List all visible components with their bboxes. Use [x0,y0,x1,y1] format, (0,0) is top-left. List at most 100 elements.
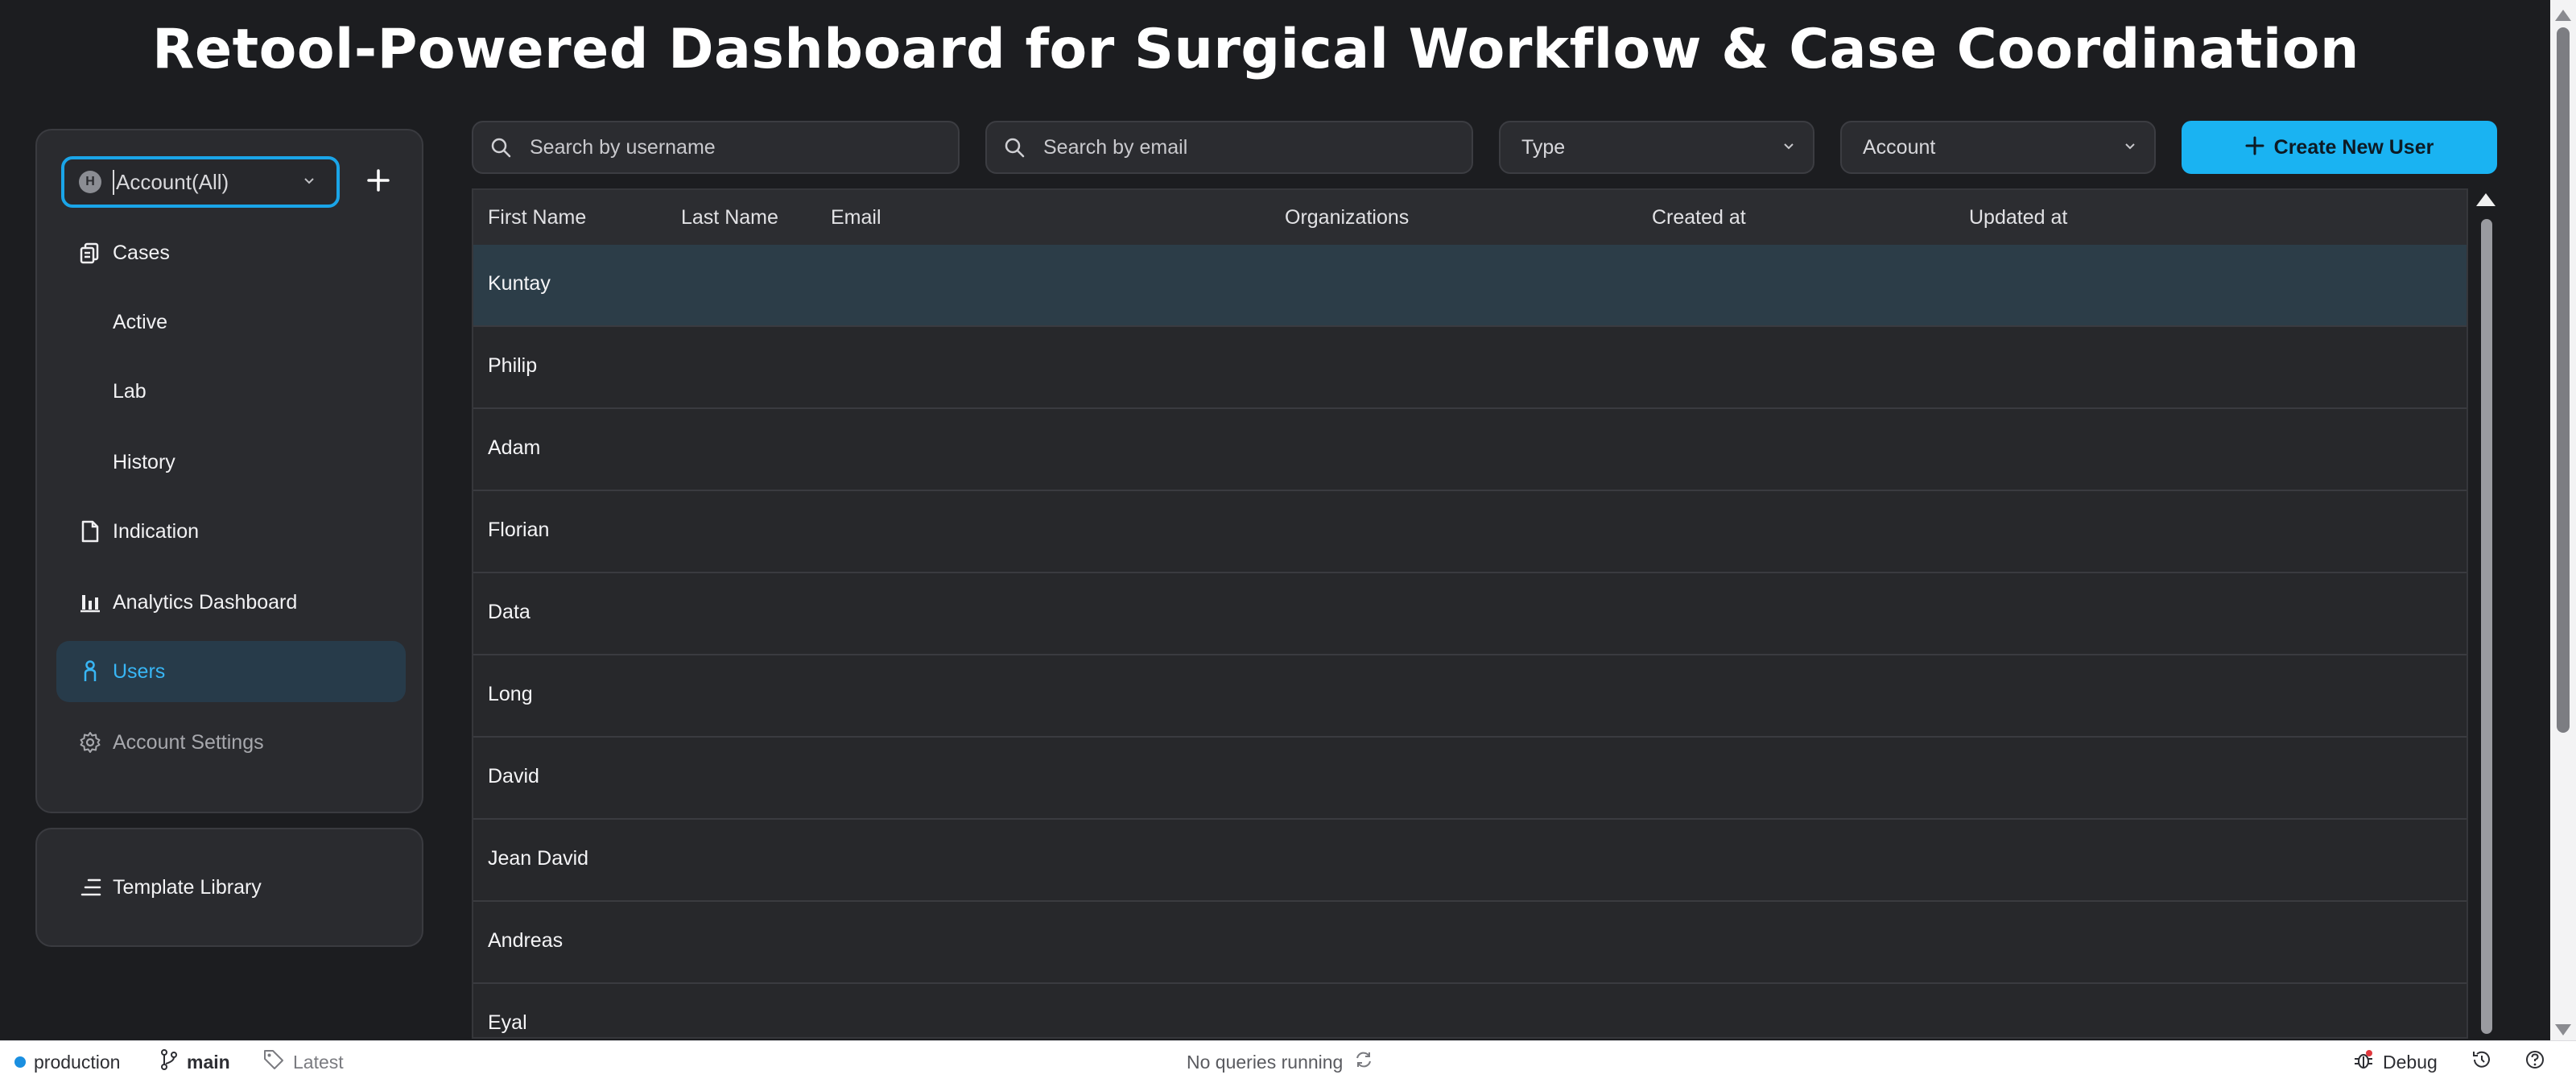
plus-icon [366,168,390,196]
column-header-first-name[interactable]: First Name [488,206,586,229]
cell-first-name: Andreas [488,929,564,952]
chevron-down-icon [2124,139,2136,156]
cell-first-name: Jean David [488,847,589,870]
cell-first-name: Adam [488,436,541,459]
sidebar-item-label: Analytics Dashboard [113,590,298,614]
search-username-box[interactable] [472,121,960,174]
table-row[interactable]: Andreas [473,902,2467,984]
cell-first-name: Long [488,683,533,705]
document-icon [77,519,103,544]
sidebar-item-label: Indication [113,519,200,543]
table-row[interactable]: Data [473,573,2467,655]
page-title: Retool-Powered Dashboard for Surgical Wo… [152,18,2359,81]
scroll-up-icon[interactable] [2555,10,2571,21]
page-scrollbar[interactable] [2550,0,2576,1040]
git-branch-icon [159,1048,179,1076]
sidebar-item-active[interactable]: Active [56,291,406,353]
sidebar-item-indication[interactable]: Indication [56,501,406,562]
search-icon [1003,136,1029,159]
sidebar-item-label: Template Library [113,875,262,899]
table-header: First Name Last Name Email Organizations… [473,190,2467,246]
sidebar-nav: H Account(All) Cases Active Lab History … [35,129,423,813]
account-select[interactable]: H Account(All) [61,156,340,208]
query-status-label: No queries running [1187,1051,1344,1073]
search-username-input[interactable] [528,134,919,160]
cell-first-name: Philip [488,354,538,377]
column-header-email[interactable]: Email [831,206,881,229]
plus-icon [2245,136,2264,159]
cell-first-name: David [488,765,539,787]
version-indicator[interactable]: Latest [262,1041,344,1083]
help-button[interactable] [2524,1041,2545,1083]
chevron-down-icon [303,173,325,192]
table-row[interactable]: David [473,738,2467,820]
table-row[interactable]: Philip [473,327,2467,409]
search-email-input[interactable] [1042,134,1433,160]
table-row[interactable]: Kuntay [473,245,2467,327]
help-icon [2524,1049,2545,1075]
sidebar-item-label: Users [113,659,166,683]
account-badge: H [79,171,101,193]
account-filter-label: Account [1863,135,1936,159]
account-filter-select[interactable]: Account [1840,121,2156,174]
cell-first-name: Florian [488,519,550,541]
cell-first-name: Data [488,601,530,623]
sidebar-item-template-library[interactable]: Template Library [56,857,406,918]
sidebar-item-cases[interactable]: Cases [56,222,406,283]
bar-chart-icon [77,592,103,613]
sidebar-item-history[interactable]: History [56,432,406,493]
environment-indicator[interactable]: production [14,1041,120,1083]
column-header-created-at[interactable]: Created at [1652,206,1746,229]
query-status: No queries running [1179,1041,1373,1083]
gear-icon [77,731,103,754]
sidebar-item-analytics[interactable]: Analytics Dashboard [56,572,406,633]
table-scrollbar[interactable] [2476,190,2496,1037]
page-scroll-thumb[interactable] [2557,27,2570,733]
cases-icon [77,242,103,264]
sidebar-item-account-settings[interactable]: Account Settings [56,712,406,773]
column-header-organizations[interactable]: Organizations [1285,206,1409,229]
sidebar-item-label: History [113,450,175,473]
chevron-down-icon [1782,139,1795,156]
table-row[interactable]: Jean David [473,820,2467,902]
scroll-up-icon[interactable] [2476,193,2496,206]
list-icon [77,878,103,897]
history-button[interactable] [2471,1041,2492,1083]
table-row[interactable]: Long [473,655,2467,738]
sidebar-item-label: Cases [113,241,170,264]
create-new-user-label: Create New User [2273,135,2434,159]
refresh-icon[interactable] [1354,1050,1373,1074]
table-row[interactable]: Adam [473,409,2467,491]
scroll-down-icon[interactable] [2555,1024,2571,1035]
cell-first-name: Eyal [488,1011,527,1034]
column-header-last-name[interactable]: Last Name [681,206,778,229]
users-table: First Name Last Name Email Organizations… [472,188,2468,1039]
create-new-user-button[interactable]: Create New User [2182,121,2497,174]
add-account-button[interactable] [359,163,398,201]
template-library-card: Template Library [35,828,423,947]
status-bar: production main Latest No queries runnin… [0,1040,2576,1083]
environment-label: production [34,1051,121,1073]
sidebar-item-label: Lab [113,379,147,403]
column-header-updated-at[interactable]: Updated at [1969,206,2067,229]
branch-indicator[interactable]: main [159,1041,230,1083]
branch-label: main [187,1051,230,1073]
table-scroll-thumb[interactable] [2481,219,2492,1034]
account-select-value: Account(All) [113,169,303,195]
sidebar-item-users[interactable]: Users [56,641,406,702]
user-icon [77,659,103,684]
search-icon [489,136,515,159]
bug-icon [2352,1048,2375,1076]
sidebar-item-label: Active [113,310,168,333]
history-icon [2471,1049,2492,1075]
sidebar-item-lab[interactable]: Lab [56,361,406,422]
table-row[interactable]: Eyal [473,984,2467,1037]
version-label: Latest [293,1051,344,1073]
debug-button[interactable]: Debug [2352,1041,2438,1083]
debug-label: Debug [2383,1051,2438,1073]
tag-icon [262,1048,285,1076]
table-row[interactable]: Florian [473,491,2467,573]
search-email-box[interactable] [985,121,1473,174]
type-select[interactable]: Type [1499,121,1814,174]
cell-first-name: Kuntay [488,272,551,295]
